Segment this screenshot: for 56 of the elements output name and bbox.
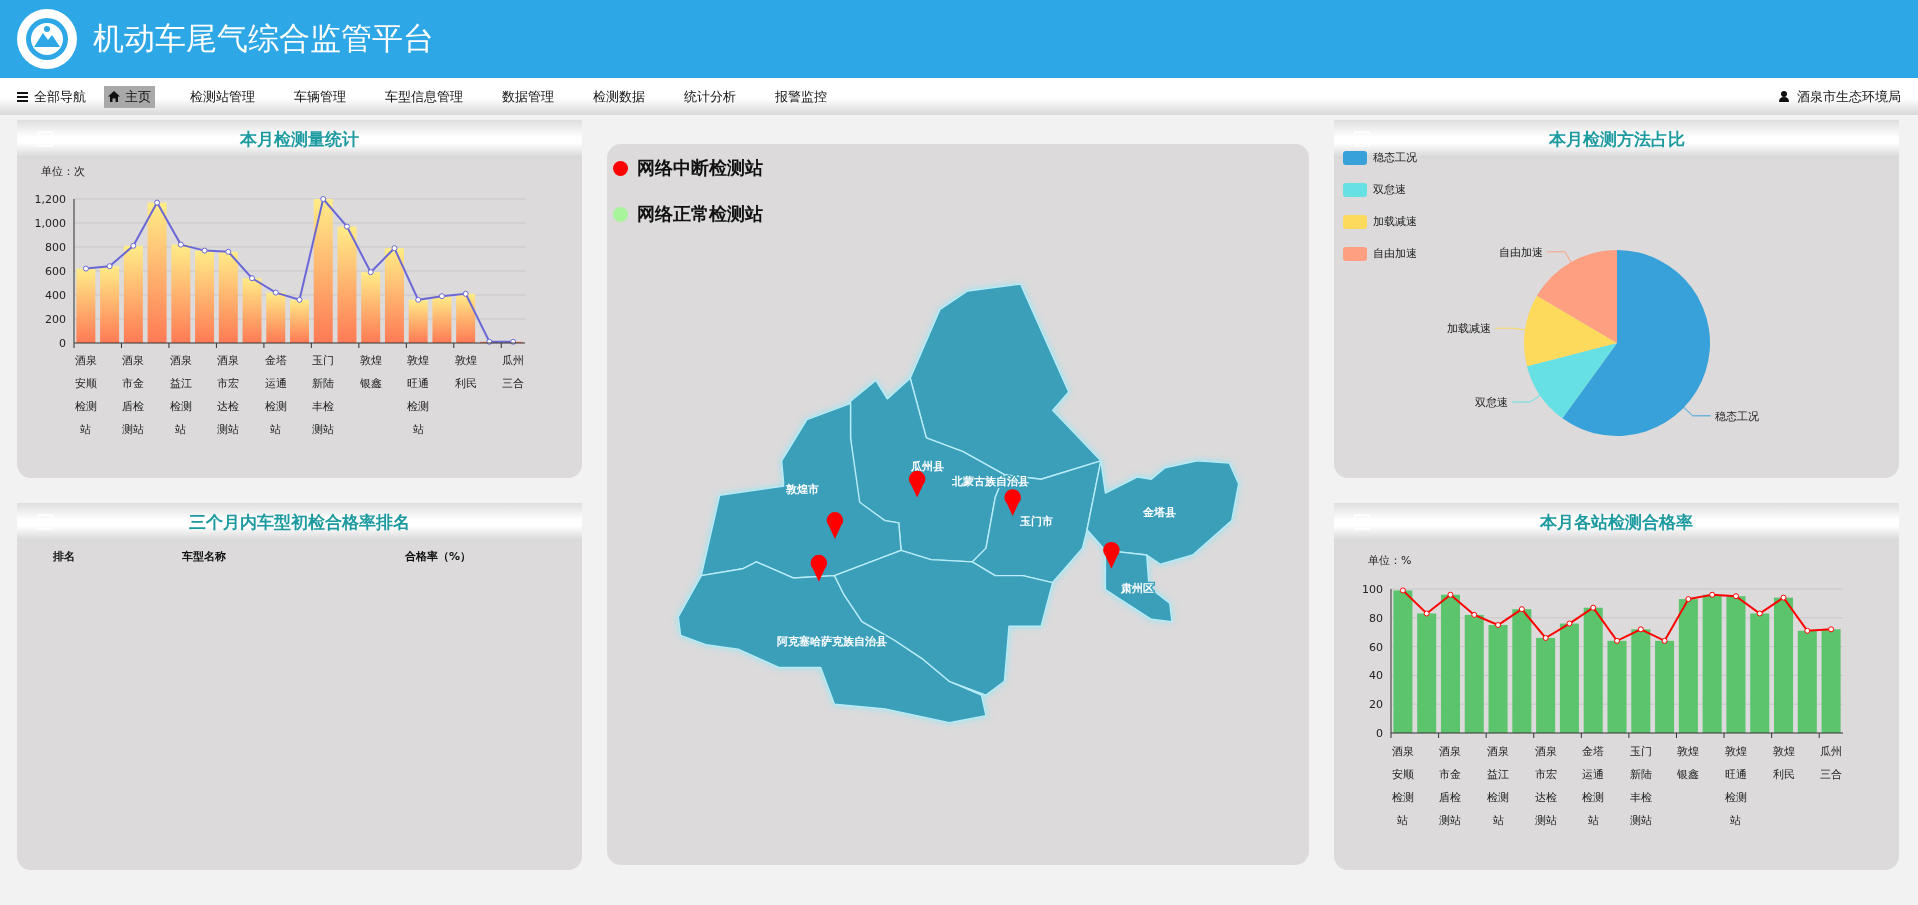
slice-label: 双怠速 [1475,396,1509,409]
axis-tick-label: 0 [1376,727,1383,740]
axis-label: 玉门新陆丰检测站 [312,354,335,436]
axis-label: 敦煌旺通检测站 [1724,745,1747,827]
axis-label: 酒泉益江检测站 [1487,745,1510,827]
axis-tick-label: 200 [45,313,66,326]
region-label: 敦煌市 [785,483,819,496]
legend-label: 网络中断检测站 [637,156,763,180]
column-header: 车型名称 [182,549,227,564]
axis-tick-label: 80 [1369,611,1383,625]
slice-label: 稳态工况 [1714,409,1759,423]
axis-label: 酒泉市金盾检测站 [122,354,145,436]
region-label: 阿克塞哈萨克族自治县 [777,634,888,648]
user-name: 酒泉市生态环境局 [1797,87,1901,106]
app-title: 机动车尾气综合监管平台 [93,19,434,58]
axis-label: 敦煌利民 [1772,745,1795,781]
axis-tick-label: 800 [45,241,66,254]
unit-label: 单位：% [1368,554,1412,567]
axis-tick-label: 60 [1369,640,1383,654]
axis-label: 酒泉市宏达检测站 [1534,745,1557,827]
axis-tick-label: 1,200 [34,193,66,206]
axis-tick-label: 100 [1362,583,1383,596]
column-header: 排名 [53,549,76,564]
panel-title: 三个月内车型初检合格率排名 [189,510,410,534]
region-label: 金塔县 [1143,506,1177,519]
axis-tick-label: 1,000 [34,217,66,230]
axis-label: 酒泉市宏达检测站 [217,354,240,436]
unit-label: 单位：次 [41,165,85,178]
axis-label: 酒泉市金盾检测站 [1439,745,1462,827]
axis-label: 金塔运通检测站 [264,354,287,436]
legend-label: 网络正常检测站 [637,202,763,226]
slice-label: 自由加速 [1499,245,1543,259]
axis-label: 敦煌银鑫 [359,354,382,390]
region-label: 玉门市 [1020,515,1054,529]
region-label: 瓜州县 [910,460,944,474]
axis-tick-label: 20 [1369,698,1383,712]
axis-label: 酒泉益江检测站 [169,354,192,436]
axis-label: 酒泉安顺检测站 [1391,745,1414,827]
axis-tick-label: 40 [1369,669,1383,683]
axis-label: 敦煌利民 [454,354,477,390]
axis-label: 瓜州三合 [1820,745,1843,781]
panel-title: 本月检测量统计 [240,127,359,151]
axis-tick-label: 400 [45,289,66,302]
axis-label: 金塔运通检测站 [1582,745,1605,827]
axis-label: 敦煌银鑫 [1677,745,1700,781]
panel-title: 本月各站检测合格率 [1540,510,1693,534]
axis-label: 酒泉安顺检测站 [74,354,97,436]
column-header: 合格率（%） [405,549,473,564]
region-label: 肃州区 [1121,582,1155,596]
axis-tick-label: 600 [45,265,66,278]
slice-label: 加载减速 [1447,322,1492,336]
axis-label: 玉门新陆丰检测站 [1629,745,1652,827]
axis-tick-label: 0 [59,337,66,350]
axis-label: 瓜州三合 [502,354,525,390]
axis-label: 敦煌旺通检测站 [407,354,430,436]
panel-title: 本月检测方法占比 [1548,127,1685,151]
